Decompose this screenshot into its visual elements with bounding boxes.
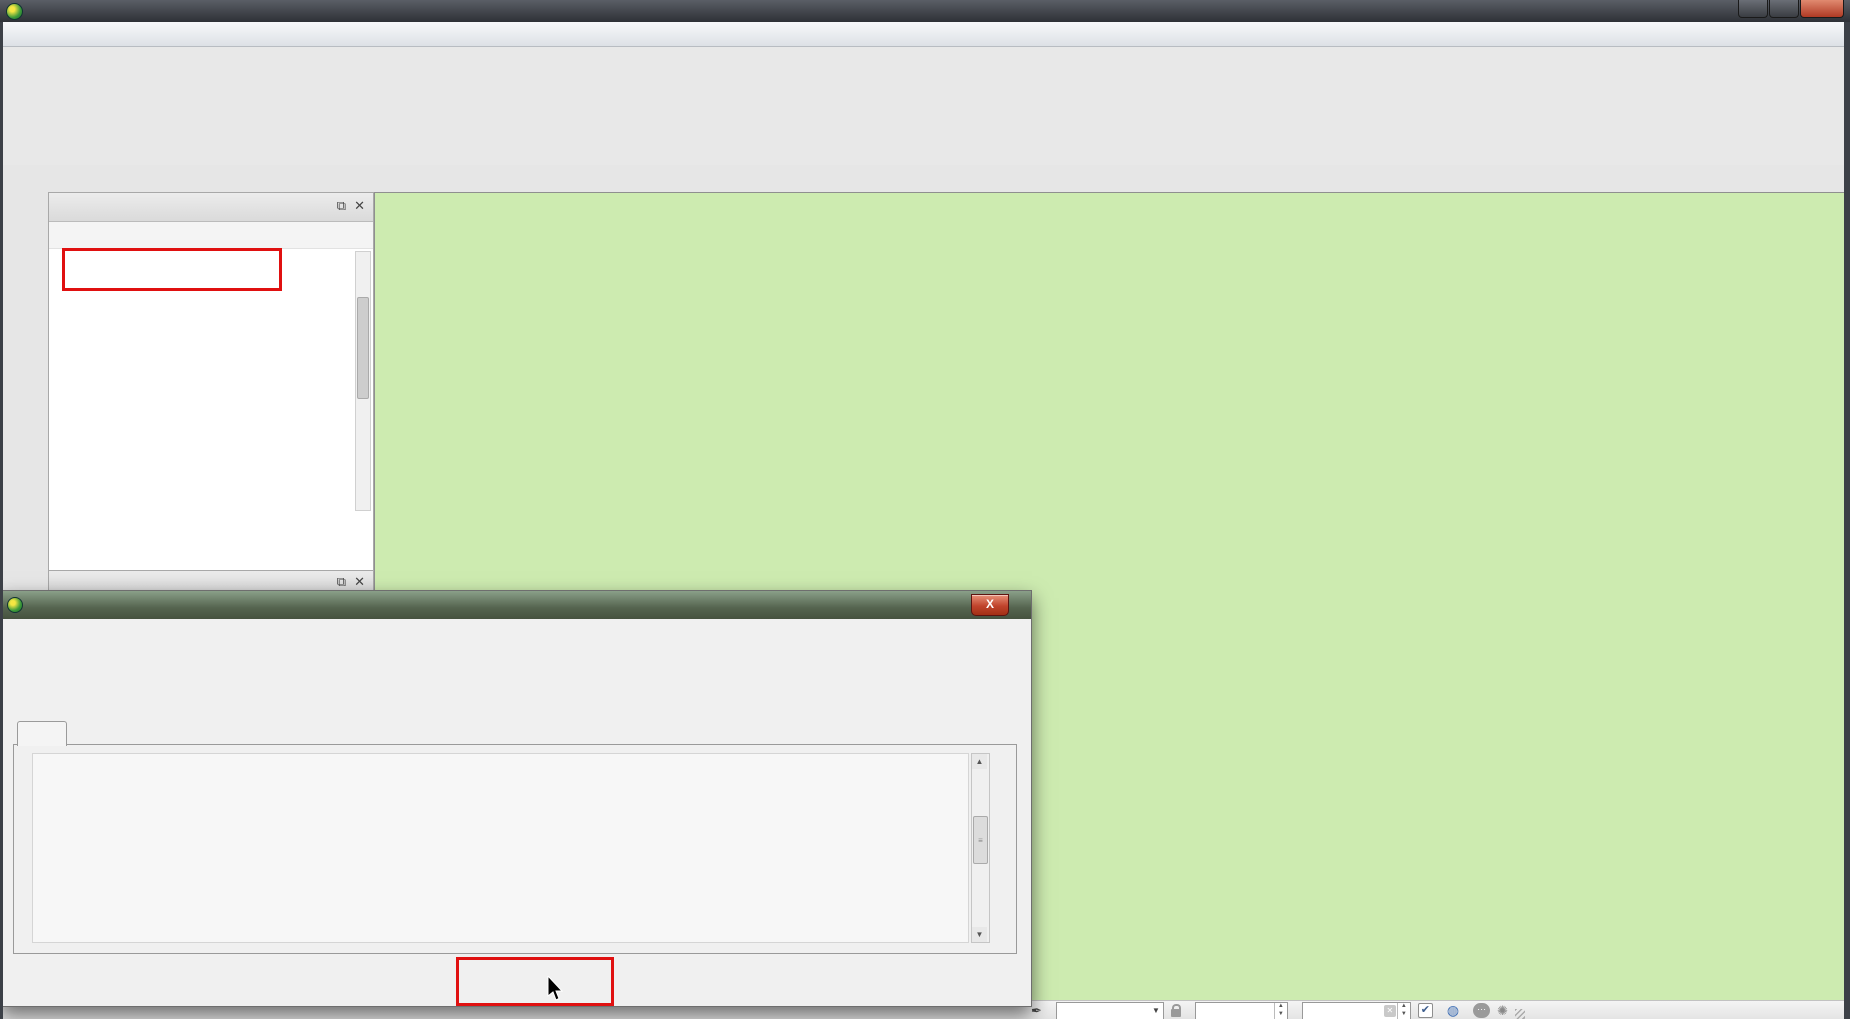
- locator-pen-icon[interactable]: ✒: [1031, 1003, 1042, 1019]
- lock-scale-icon[interactable]: [1171, 1009, 1181, 1017]
- annotation-box-select-button: [456, 957, 614, 1006]
- maximize-button[interactable]: [1769, 0, 1799, 18]
- crs-globe-icon[interactable]: ◍: [1447, 1002, 1459, 1019]
- layers-panel-header: ⧉ ✕: [49, 193, 373, 222]
- layers-panel: ⧉ ✕: [48, 192, 374, 572]
- toolbar-area: [3, 46, 1844, 165]
- window-border-right: [1844, 22, 1850, 1019]
- tab-baum[interactable]: [17, 721, 67, 746]
- minimize-button[interactable]: [1738, 0, 1768, 18]
- close-window-button[interactable]: [1800, 0, 1844, 18]
- float-panel-icon[interactable]: ⧉: [337, 574, 346, 590]
- scroll-down-icon[interactable]: ▼: [972, 927, 987, 942]
- qgis-logo-icon: [6, 3, 23, 20]
- tab-panel: ▲ ≡ ▼: [13, 744, 1017, 954]
- rotation-input[interactable]: ✕ ▲▼: [1302, 1002, 1411, 1019]
- qgis-logo-icon: [7, 597, 23, 613]
- select-by-value-dialog: X ▲ ≡ ▼: [0, 590, 1032, 1007]
- close-panel-icon[interactable]: ✕: [354, 198, 365, 214]
- resize-grip[interactable]: [1515, 1009, 1525, 1019]
- render-checkbox[interactable]: ✔: [1418, 1003, 1433, 1018]
- clear-icon[interactable]: ✕: [1384, 1005, 1396, 1017]
- window-border-left: [0, 22, 3, 1019]
- dialog-scrollbar[interactable]: ▲ ≡ ▼: [971, 753, 990, 943]
- float-panel-icon[interactable]: ⧉: [337, 198, 346, 214]
- panel-scrollbar[interactable]: [355, 251, 371, 511]
- manage-layers-toolbar: [3, 165, 47, 590]
- close-panel-icon[interactable]: ✕: [354, 574, 365, 590]
- chevron-down-icon: ▼: [1152, 1006, 1160, 1015]
- dialog-titlebar: [1, 591, 1031, 619]
- scale-combo[interactable]: ▼: [1056, 1002, 1164, 1019]
- news-icon[interactable]: ✺: [1497, 1003, 1508, 1019]
- spinner-icon[interactable]: ▲▼: [1397, 1003, 1410, 1019]
- spinner-icon[interactable]: ▲▼: [1274, 1003, 1287, 1019]
- magnifier-input[interactable]: ▲▼: [1195, 1002, 1288, 1019]
- menubar: [3, 22, 1844, 47]
- window-titlebar: [0, 0, 1850, 22]
- scroll-up-icon[interactable]: ▲: [972, 754, 987, 769]
- scroll-thumb[interactable]: ≡: [973, 816, 988, 864]
- messages-icon[interactable]: ···: [1473, 1003, 1490, 1018]
- dialog-close-icon[interactable]: X: [971, 594, 1009, 616]
